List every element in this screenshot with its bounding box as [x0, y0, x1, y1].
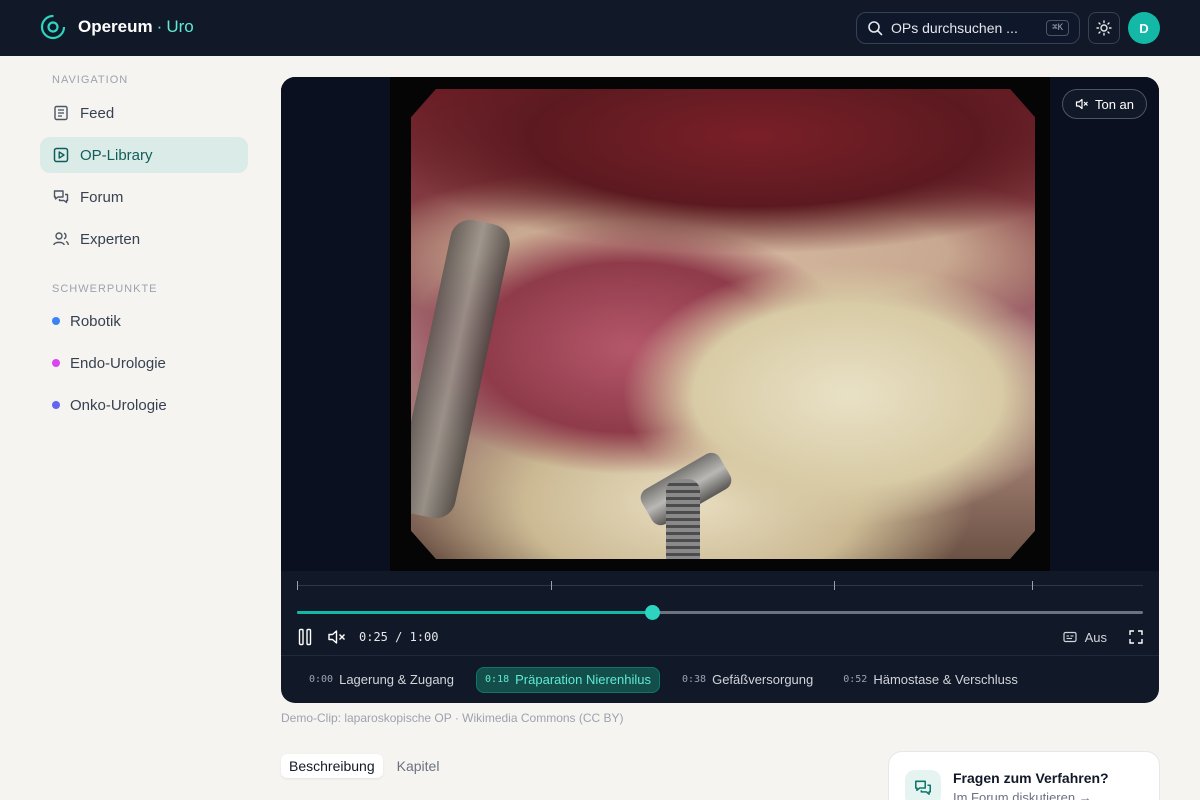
sidebar-heading-schwerpunkte: SCHWERPUNKTE: [52, 283, 158, 295]
chapter-time: 0:38: [681, 674, 707, 685]
chat-bubbles-icon: [905, 770, 941, 800]
captions-icon: [1062, 631, 1077, 643]
chapter-item[interactable]: 0:38 Gefäßversorgung: [674, 667, 821, 693]
sidebar-item-endo-urologie[interactable]: Endo-Urologie: [40, 345, 248, 381]
unmute-label: Ton an: [1094, 96, 1135, 112]
sidebar-item-forum[interactable]: Forum: [40, 179, 248, 215]
brand-subtitle: Uro: [166, 17, 194, 36]
chapter-label: Gefäßversorgung: [712, 672, 814, 687]
sidebar-item-label: Robotik: [70, 312, 121, 330]
chat-bubbles-icon: [52, 188, 70, 206]
chapter-marker: [1032, 581, 1033, 590]
forum-cta-link[interactable]: Im Forum diskutieren →: [953, 790, 1092, 800]
users-icon: [52, 230, 70, 248]
forum-cta-card[interactable]: Fragen zum Verfahren? Im Forum diskutier…: [888, 751, 1160, 800]
chapter-item[interactable]: 0:00 Lagerung & Zugang: [301, 667, 462, 693]
chapter-markers-line: [297, 585, 1143, 586]
chapter-time: 0:00: [309, 674, 334, 685]
unmute-button[interactable]: Ton an: [1062, 89, 1147, 119]
chapter-time: 0:52: [843, 674, 868, 685]
chapter-list: 0:00 Lagerung & Zugang 0:18 Präparation …: [281, 655, 1159, 703]
theme-toggle-button[interactable]: [1088, 12, 1120, 44]
mute-button[interactable]: [327, 628, 347, 646]
player-controls: 0:25 / 1:00 Aus: [281, 571, 1159, 655]
search-shortcut-badge: ⌘K: [1046, 20, 1069, 36]
newspaper-icon: [52, 104, 70, 122]
fullscreen-icon: [1129, 630, 1143, 644]
sidebar-item-robotik[interactable]: Robotik: [40, 303, 248, 339]
onko-urologie-dot-icon: [52, 401, 60, 409]
fullscreen-button[interactable]: [1129, 630, 1143, 644]
chapter-item-active[interactable]: 0:18 Präparation Nierenhilus: [476, 666, 660, 693]
pause-icon: [298, 628, 312, 646]
sidebar-item-label: Experten: [80, 230, 141, 248]
speaker-muted-icon: [1075, 98, 1088, 110]
control-row: 0:25 / 1:00 Aus: [297, 627, 1143, 647]
sidebar-item-experten[interactable]: Experten: [40, 221, 248, 257]
chapter-label: Präparation Nierenhilus: [515, 672, 651, 687]
chapter-label: Hämostase & Verschluss: [873, 672, 1018, 687]
opereum-logo-icon: [40, 14, 66, 40]
chapter-label: Lagerung & Zugang: [339, 672, 455, 687]
play-square-icon: [52, 146, 70, 164]
chapter-marker: [551, 581, 552, 590]
forum-cta-title: Fragen zum Verfahren?: [953, 770, 1109, 786]
sidebar-heading-navigation: NAVIGATION: [52, 74, 129, 86]
brand-separator: ·: [156, 17, 163, 36]
search-placeholder: OPs durchsuchen ...: [891, 20, 1018, 36]
search-input[interactable]: OPs durchsuchen ... ⌘K: [856, 12, 1080, 44]
brand-name: Opereum: [78, 17, 153, 36]
pause-button[interactable]: [297, 628, 313, 646]
video-viewport[interactable]: Ton an: [281, 77, 1159, 571]
robotik-dot-icon: [52, 317, 60, 325]
search-icon: [868, 21, 883, 36]
sidebar-item-label: Endo-Urologie: [70, 354, 166, 372]
time-display: 0:25 / 1:00: [359, 630, 439, 644]
top-bar: Opereum · Uro OPs durchsuchen ... ⌘K D: [0, 0, 1200, 56]
speaker-muted-icon: [328, 630, 345, 644]
video-player: Ton an 0:25 / 1:00 Aus 0:00 Lagerung & Z…: [281, 77, 1159, 703]
sidebar-item-onko-urologie[interactable]: Onko-Urologie: [40, 387, 248, 423]
surgery-video-image: [411, 89, 1035, 559]
sidebar-item-label: Onko-Urologie: [70, 396, 167, 414]
tab-beschreibung[interactable]: Beschreibung: [281, 754, 383, 778]
captions-label: Aus: [1084, 629, 1107, 645]
tab-kapitel[interactable]: Kapitel: [389, 754, 448, 778]
chapter-marker: [297, 581, 298, 590]
time-current: 0:25: [359, 630, 388, 644]
seek-handle[interactable]: [645, 605, 660, 620]
seek-bar-progress: [297, 611, 652, 614]
content-tabs: Beschreibung Kapitel: [281, 754, 447, 778]
sidebar-item-label: Feed: [80, 104, 115, 122]
chapter-marker: [834, 581, 835, 590]
endo-urologie-dot-icon: [52, 359, 60, 367]
time-total: 1:00: [409, 630, 439, 644]
sidebar-item-feed[interactable]: Feed: [40, 95, 248, 131]
chapter-item[interactable]: 0:52 Hämostase & Verschluss: [835, 667, 1026, 693]
seek-bar[interactable]: [297, 605, 1143, 620]
time-separator: /: [395, 630, 403, 644]
sidebar-item-label: Forum: [80, 188, 124, 206]
grasper-shaft: [666, 479, 700, 559]
sidebar-item-label: OP-Library: [80, 146, 153, 164]
brand-logo[interactable]: Opereum · Uro: [40, 14, 194, 40]
user-avatar[interactable]: D: [1128, 12, 1160, 44]
sun-icon: [1096, 20, 1112, 36]
video-caption: Demo-Clip: laparoskopische OP · Wikimedi…: [281, 711, 624, 725]
chapter-time: 0:18: [485, 674, 510, 685]
captions-toggle[interactable]: Aus: [1062, 629, 1143, 645]
laparoscopic-instrument: [411, 216, 514, 522]
sidebar-item-op-library[interactable]: OP-Library: [40, 137, 248, 173]
